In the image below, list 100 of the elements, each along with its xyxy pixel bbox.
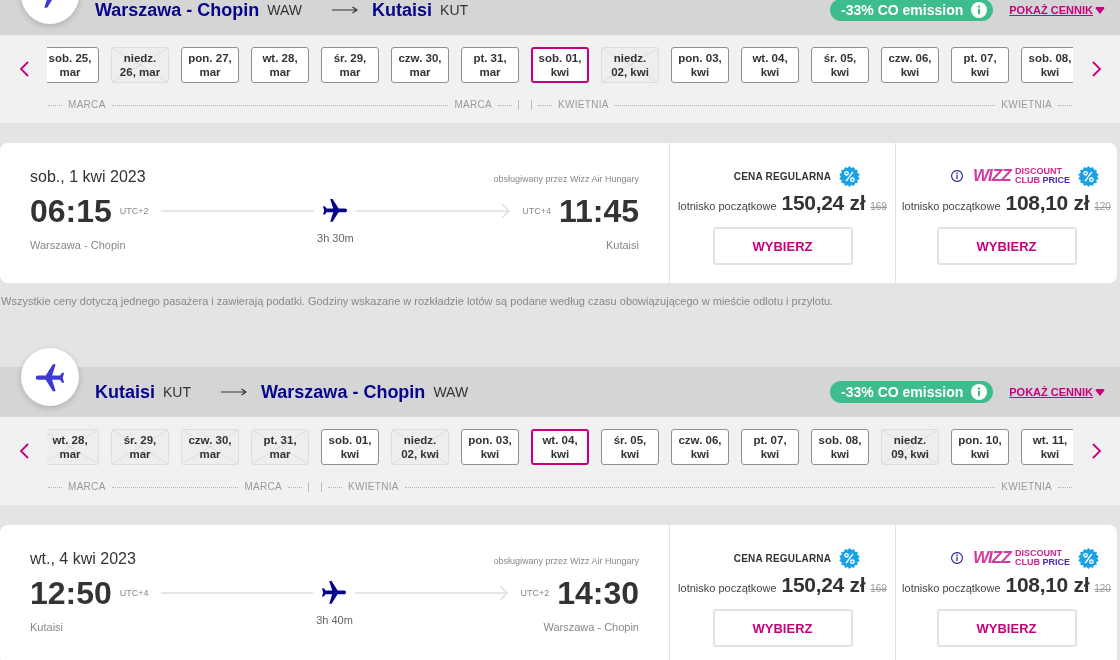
month-label: MARCA bbox=[244, 482, 282, 492]
month-label: KWIETNIA bbox=[558, 100, 609, 110]
utc-offset: UTC+2 bbox=[520, 588, 550, 598]
date-tile[interactable]: wt. 04, kwi bbox=[531, 429, 589, 465]
date-tile[interactable]: pt. 07, kwi bbox=[741, 429, 799, 465]
date-tile[interactable]: pon. 03, kwi bbox=[461, 429, 519, 465]
date-tile[interactable]: pt. 07, kwi bbox=[951, 47, 1009, 83]
date-tile[interactable]: sob. 01, kwi bbox=[321, 429, 379, 465]
fare-price: 108,10 zł bbox=[1005, 191, 1090, 215]
departure-airport: Kutaisi bbox=[30, 621, 65, 634]
arrival-airport: Kutaisi bbox=[605, 239, 639, 252]
flight-duration: 3h 30m bbox=[317, 232, 354, 245]
date-tile[interactable]: pon. 03, kwi bbox=[671, 47, 729, 83]
fare-price: 108,10 zł bbox=[1005, 573, 1090, 597]
date-tile[interactable]: czw. 06, kwi bbox=[671, 429, 729, 465]
old-price: 120 bbox=[1094, 201, 1111, 212]
fare-price: 150,24 zł bbox=[781, 191, 866, 215]
plane-icon bbox=[322, 581, 346, 605]
month-label: MARCA bbox=[454, 100, 492, 110]
fare-price: 150,24 zł bbox=[781, 573, 866, 597]
long-arrow-icon bbox=[332, 6, 359, 14]
airport-code: WAW bbox=[267, 2, 303, 18]
date-tile[interactable]: czw. 06, kwi bbox=[881, 47, 939, 83]
date-tile[interactable]: wt. 28, mar bbox=[251, 47, 309, 83]
discount-badge-icon bbox=[1078, 165, 1099, 187]
destination-city: Warszawa - Chopin bbox=[261, 381, 426, 403]
old-price: 120 bbox=[1094, 583, 1111, 594]
date-tile[interactable]: śr. 05, kwi bbox=[811, 47, 869, 83]
origin-city: Kutaisi bbox=[95, 381, 155, 403]
date-tile[interactable]: niedz. 09, kwi bbox=[881, 429, 939, 465]
long-arrow-icon bbox=[221, 388, 247, 396]
plane-logo-icon bbox=[21, 348, 79, 406]
discount-badge-icon bbox=[839, 547, 861, 569]
departure-time: 06:15 bbox=[30, 194, 112, 228]
discount-badge-icon bbox=[839, 165, 861, 187]
plane-icon bbox=[322, 199, 347, 223]
info-icon[interactable] bbox=[951, 552, 963, 564]
airport-code: WAW bbox=[433, 384, 469, 400]
date-tile[interactable]: pon. 27, mar bbox=[181, 47, 239, 83]
select-button[interactable]: WYBIERZ bbox=[936, 227, 1077, 265]
date-tile[interactable]: niedz. 02, kwi bbox=[601, 47, 659, 83]
select-button[interactable]: WYBIERZ bbox=[936, 609, 1077, 647]
chevron-right-icon bbox=[1091, 443, 1102, 459]
date-tile[interactable]: pt. 31, mar bbox=[461, 47, 519, 83]
utc-offset: UTC+2 bbox=[119, 206, 149, 216]
date-tile[interactable]: śr. 05, kwi bbox=[601, 429, 659, 465]
utc-offset: UTC+4 bbox=[522, 206, 551, 216]
flight-duration: 3h 40m bbox=[316, 614, 353, 627]
price-list-link[interactable]: POKAŻ CENNIK bbox=[1009, 4, 1105, 16]
arrival-time: 11:45 bbox=[558, 194, 639, 228]
origin-city: Warszawa - Chopin bbox=[95, 0, 260, 21]
price-list-link[interactable]: POKAŻ CENNIK bbox=[1009, 386, 1105, 398]
arrival-time: 14:30 bbox=[557, 576, 639, 610]
date-tile[interactable]: sob. 08, kwi bbox=[811, 429, 869, 465]
old-price: 169 bbox=[870, 583, 887, 594]
date-tile[interactable]: sob. 08, kwi bbox=[1021, 47, 1073, 83]
chevron-left-icon bbox=[18, 443, 29, 459]
date-tile[interactable]: śr. 29, mar bbox=[111, 429, 169, 465]
month-label: KWIETNIA bbox=[1001, 482, 1052, 492]
date-tile[interactable]: śr. 29, mar bbox=[321, 47, 379, 83]
info-icon[interactable] bbox=[951, 170, 963, 182]
operator-note: obsługiwany przez Wizz Air Hungary bbox=[493, 556, 639, 566]
month-label: KWIETNIA bbox=[1001, 100, 1052, 110]
date-tile[interactable]: czw. 30, mar bbox=[391, 47, 449, 83]
arrival-airport: Warszawa - Chopin bbox=[543, 621, 639, 634]
destination-city: Kutaisi bbox=[372, 0, 433, 21]
date-tile[interactable]: niedz. 26, mar bbox=[111, 47, 169, 83]
fare-title: CENA REGULARNA bbox=[733, 552, 832, 564]
utc-offset: UTC+4 bbox=[119, 588, 149, 598]
date-tile[interactable]: wt. 28, mar bbox=[47, 429, 99, 465]
caret-icon bbox=[1095, 6, 1105, 14]
month-label: KWIETNIA bbox=[348, 482, 399, 492]
departure-airport: Warszawa - Chopin bbox=[30, 239, 127, 252]
emission-text: -33% CO emission bbox=[841, 2, 964, 18]
date-tile[interactable]: pt. 31, mar bbox=[251, 429, 309, 465]
emission-text: -33% CO emission bbox=[841, 384, 964, 400]
fare-title: CENA REGULARNA bbox=[733, 170, 832, 182]
caret-icon bbox=[1095, 388, 1105, 396]
chevron-left-icon bbox=[18, 61, 29, 77]
date-tile[interactable]: sob. 01, kwi bbox=[531, 47, 589, 83]
discount-badge-icon bbox=[1078, 547, 1099, 569]
date-tile[interactable]: pon. 10, kwi bbox=[951, 429, 1009, 465]
disclaimer-text: Wszystkie ceny dotyczą jednego pasażera i zawierają podatki. Godziny wskazane w rozkładzie lotów są podane według czasu obowiązującego w mieście odlotu i przylotu. bbox=[0, 294, 835, 308]
fare-note: lotnisko początkowe bbox=[678, 582, 777, 594]
date-tile[interactable]: niedz. 02, kwi bbox=[391, 429, 449, 465]
fare-note: lotnisko początkowe bbox=[902, 200, 1001, 212]
month-label: MARCA bbox=[68, 482, 106, 492]
month-label: MARCA bbox=[68, 100, 106, 110]
date-tile[interactable]: wt. 04, kwi bbox=[741, 47, 799, 83]
old-price: 169 bbox=[870, 201, 887, 212]
flight-date: sob., 1 kwi 2023 bbox=[30, 167, 146, 186]
select-button[interactable]: WYBIERZ bbox=[712, 227, 853, 265]
operator-note: obsługiwany przez Wizz Air Hungary bbox=[493, 174, 639, 184]
date-tile[interactable]: sob. 25, mar bbox=[47, 47, 99, 83]
chevron-right-icon bbox=[1091, 61, 1102, 77]
date-tile[interactable]: wt. 11, kwi bbox=[1021, 429, 1073, 465]
date-tile[interactable]: czw. 30, mar bbox=[181, 429, 239, 465]
fare-note: lotnisko początkowe bbox=[678, 200, 777, 212]
departure-time: 12:50 bbox=[30, 576, 112, 610]
select-button[interactable]: WYBIERZ bbox=[712, 609, 853, 647]
